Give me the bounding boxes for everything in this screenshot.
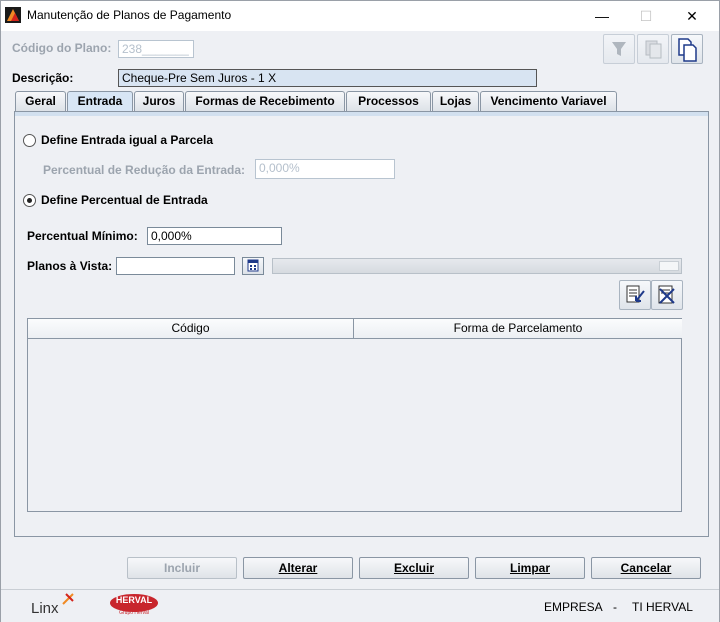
herval-logo-text: HERVAL: [115, 595, 153, 605]
calendar-button[interactable]: [242, 257, 264, 275]
window-title: Manutenção de Planos de Pagamento: [27, 8, 232, 22]
remove-row-icon: [658, 285, 675, 304]
limpar-button[interactable]: Limpar: [475, 557, 585, 579]
maximize-button[interactable]: ☐: [623, 1, 669, 31]
descricao-label: Descrição:: [12, 71, 74, 85]
tab-processos[interactable]: Processos: [346, 91, 431, 111]
parcelamento-table[interactable]: Código Forma de Parcelamento: [27, 318, 682, 512]
reducao-field[interactable]: 0,000%: [255, 159, 395, 179]
radio-entrada-igual-parcela[interactable]: [23, 134, 36, 147]
vista-field[interactable]: [116, 257, 235, 275]
status-bar: Linx HERVAL Grupo Herval EMPRESA - TI HE…: [1, 589, 719, 622]
empresa-value: TI HERVAL: [632, 600, 693, 614]
tab-entrada[interactable]: Entrada: [67, 91, 133, 112]
descricao-field[interactable]: Cheque-Pre Sem Juros - 1 X: [118, 69, 537, 87]
main-window: Manutenção de Planos de Pagamento — ☐ ✕ …: [0, 0, 720, 622]
filter-button[interactable]: [603, 34, 635, 64]
herval-logo: HERVAL Grupo Herval: [109, 592, 159, 618]
app-icon: [5, 7, 21, 23]
radio-percentual-entrada[interactable]: [23, 194, 36, 207]
tab-lojas[interactable]: Lojas: [432, 91, 479, 111]
herval-logo-subtext: Grupo Herval: [119, 610, 149, 616]
close-button[interactable]: ✕: [669, 1, 715, 31]
copy-button[interactable]: [637, 34, 669, 64]
add-row-icon: [626, 285, 645, 303]
tab-formas-recebimento[interactable]: Formas de Recebimento: [185, 91, 345, 111]
radio-selected-dot: [27, 198, 32, 203]
tab-vencimento-variavel[interactable]: Vencimento Variavel: [480, 91, 617, 111]
minimize-button[interactable]: —: [579, 1, 625, 31]
reducao-label: Percentual de Redução da Entrada:: [43, 163, 246, 177]
add-row-button[interactable]: [619, 280, 651, 310]
minimo-label: Percentual Mínimo:: [27, 229, 138, 243]
linx-logo-mark: [62, 593, 74, 605]
new-document-icon: [678, 38, 697, 62]
alterar-button[interactable]: Alterar: [243, 557, 353, 579]
title-bar: Manutenção de Planos de Pagamento — ☐ ✕: [1, 1, 719, 31]
excluir-button[interactable]: Excluir: [359, 557, 469, 579]
codigo-field[interactable]: 238_______: [118, 40, 194, 58]
new-document-button[interactable]: [671, 34, 703, 64]
filter-icon: [612, 42, 626, 56]
cancelar-button[interactable]: Cancelar: [591, 557, 701, 579]
codigo-label: Código do Plano:: [12, 41, 112, 55]
radio-percentual-entrada-label: Define Percentual de Entrada: [41, 193, 208, 207]
vista-description-bar: [272, 258, 682, 274]
empresa-label: EMPRESA: [544, 600, 603, 614]
column-header-forma-parcelamento[interactable]: Forma de Parcelamento: [354, 319, 682, 339]
linx-logo: Linx: [31, 600, 59, 617]
radio-entrada-igual-parcela-label: Define Entrada igual a Parcela: [41, 133, 214, 147]
minimo-field[interactable]: 0,000%: [147, 227, 282, 245]
tab-juros[interactable]: Juros: [134, 91, 184, 111]
column-header-codigo[interactable]: Código: [28, 319, 354, 339]
incluir-button[interactable]: Incluir: [127, 557, 237, 579]
empresa-separator: -: [613, 600, 617, 614]
copy-icon: [645, 40, 662, 59]
tab-geral[interactable]: Geral: [15, 91, 66, 111]
vista-label: Planos à Vista:: [27, 259, 113, 273]
remove-row-button[interactable]: [651, 280, 683, 310]
calendar-icon: [247, 259, 259, 272]
